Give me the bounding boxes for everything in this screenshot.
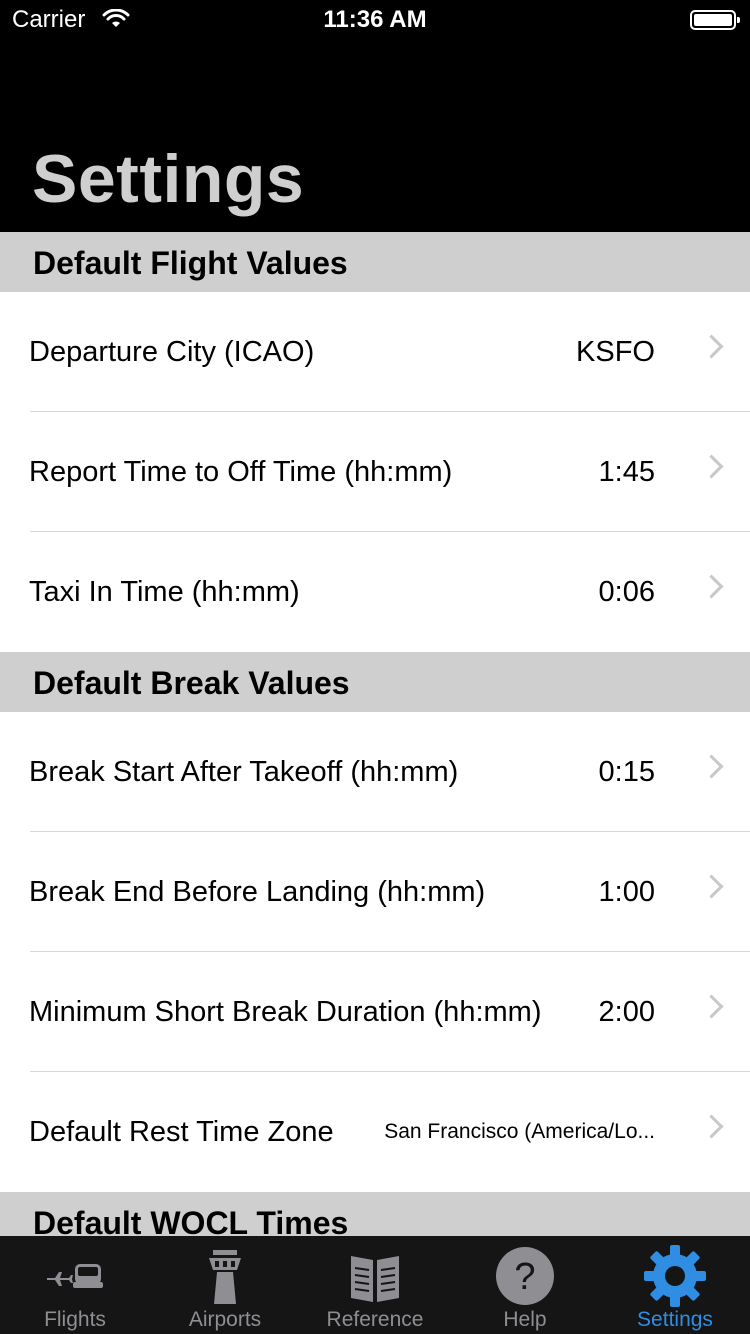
book-icon	[351, 1256, 399, 1302]
row-value: 0:15	[598, 756, 655, 788]
question-mark-icon: ?	[496, 1247, 554, 1305]
chevron-right-icon	[699, 454, 724, 479]
row-label: Break End Before Landing (hh:mm)	[29, 876, 486, 908]
row-label: Break Start After Takeoff (hh:mm)	[29, 756, 459, 788]
section-header-break-values: Default Break Values	[0, 652, 750, 712]
tab-flights[interactable]: Flights	[0, 1236, 150, 1334]
chevron-right-icon	[699, 574, 724, 599]
row-rest-time-zone[interactable]: Default Rest Time Zone San Francisco (Am…	[0, 1072, 750, 1192]
row-taxi-in-time[interactable]: Taxi In Time (hh:mm) 0:06	[0, 532, 750, 652]
chevron-right-icon	[699, 994, 724, 1019]
tab-label: Airports	[188, 1308, 262, 1331]
row-value: 2:00	[598, 996, 655, 1028]
row-label: Default Rest Time Zone	[29, 1116, 334, 1148]
tab-settings[interactable]: Settings	[600, 1236, 750, 1334]
row-value: KSFO	[576, 336, 655, 368]
tab-label: Reference	[326, 1308, 424, 1331]
row-value: 1:45	[598, 456, 655, 488]
row-value: 1:00	[598, 876, 655, 908]
status-bar: Carrier 11:36 AM	[0, 0, 750, 40]
settings-list[interactable]: Default Flight Values Departure City (IC…	[0, 232, 750, 1236]
gear-icon	[644, 1245, 706, 1307]
tab-label: Help	[503, 1308, 547, 1331]
battery-icon	[690, 10, 740, 30]
chevron-right-icon	[699, 754, 724, 779]
section-header-wocl-times: Default WOCL Times	[0, 1192, 750, 1236]
page-title: Settings	[32, 141, 305, 217]
chevron-right-icon	[699, 1114, 724, 1139]
row-min-short-break[interactable]: Minimum Short Break Duration (hh:mm) 2:0…	[0, 952, 750, 1072]
chevron-right-icon	[699, 874, 724, 899]
row-label: Report Time to Off Time (hh:mm)	[29, 456, 453, 488]
row-departure-city[interactable]: Departure City (ICAO) KSFO	[0, 292, 750, 412]
row-value: San Francisco (America/Lo...	[384, 1120, 655, 1143]
section-header-flight-values: Default Flight Values	[0, 232, 750, 292]
tab-airports[interactable]: Airports	[150, 1236, 300, 1334]
row-break-end[interactable]: Break End Before Landing (hh:mm) 1:00	[0, 832, 750, 952]
tab-help[interactable]: ? Help	[450, 1236, 600, 1334]
tab-reference[interactable]: Reference	[300, 1236, 450, 1334]
tab-label: Flights	[44, 1308, 106, 1331]
row-label: Minimum Short Break Duration (hh:mm)	[29, 996, 542, 1028]
row-label: Departure City (ICAO)	[29, 336, 315, 368]
row-value: 0:06	[598, 576, 655, 608]
chevron-right-icon	[699, 334, 724, 359]
row-break-start[interactable]: Break Start After Takeoff (hh:mm) 0:15	[0, 712, 750, 832]
clock: 11:36 AM	[323, 6, 427, 33]
svg-text:?: ?	[514, 1256, 535, 1298]
tab-bar: Flights Airports Reference ? Help Settin…	[0, 1236, 750, 1334]
tab-label: Settings	[637, 1308, 713, 1331]
row-report-time[interactable]: Report Time to Off Time (hh:mm) 1:45	[0, 412, 750, 532]
row-label: Taxi In Time (hh:mm)	[29, 576, 300, 608]
airport-tower-icon	[209, 1250, 241, 1304]
flights-icon	[47, 1264, 103, 1288]
